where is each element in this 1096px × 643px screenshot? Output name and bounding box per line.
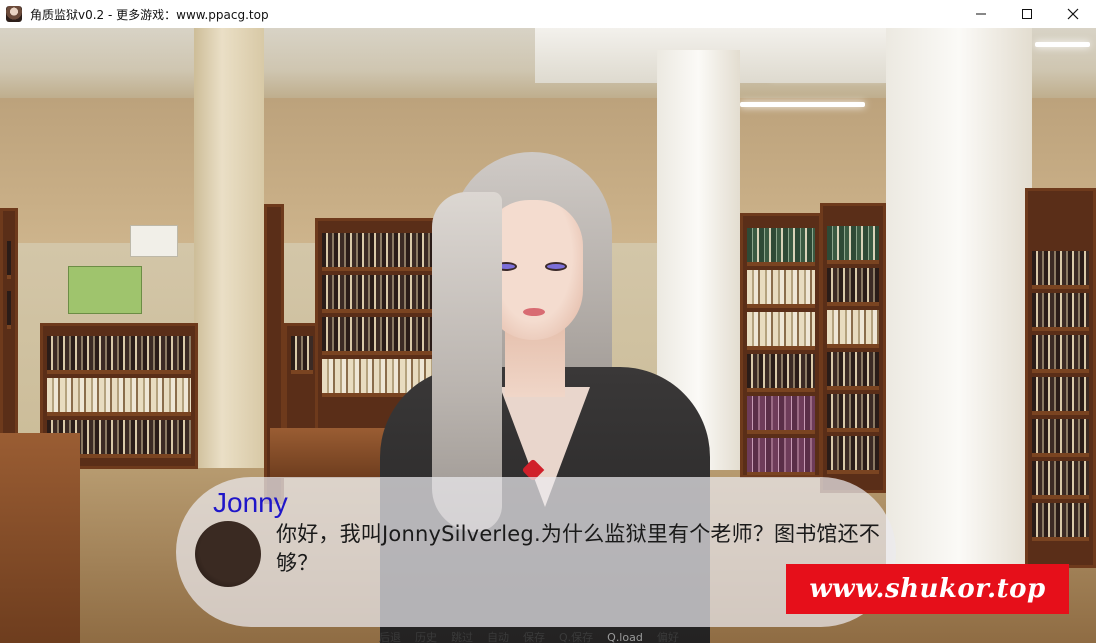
wall-notice	[130, 225, 178, 257]
close-icon	[1067, 8, 1079, 20]
quick-menu: 后退 历史 跳过 自动 保存 Q.保存 Q.load 偏好	[372, 630, 686, 643]
watermark-banner: www.shukor.top	[786, 564, 1069, 614]
character-lips	[523, 308, 545, 316]
quick-menu-auto[interactable]: 自动	[480, 631, 516, 643]
wall-poster	[68, 266, 142, 314]
title-bar: 角质监狱v0.2 - 更多游戏：www.ppacg.top	[0, 0, 1096, 28]
minimize-icon	[976, 13, 986, 15]
quick-menu-quick-load[interactable]: Q.load	[600, 631, 650, 643]
game-viewport[interactable]: Jonny 你好，我叫JonnySilverleg.为什么监狱里有个老师？图书馆…	[0, 28, 1096, 643]
window-controls	[958, 0, 1096, 28]
speaker-name: Jonny	[213, 487, 288, 518]
quick-menu-back[interactable]: 后退	[372, 631, 408, 643]
character-eye	[545, 262, 567, 271]
pillar	[194, 28, 264, 468]
reading-table	[0, 433, 80, 643]
app-icon	[6, 6, 22, 22]
quick-menu-save[interactable]: 保存	[516, 631, 552, 643]
close-button[interactable]	[1050, 0, 1096, 28]
bookshelf	[1025, 188, 1096, 568]
ceiling-light	[740, 102, 865, 107]
maximize-button[interactable]	[1004, 0, 1050, 28]
bookshelf	[820, 203, 886, 493]
window-title: 角质监狱v0.2 - 更多游戏：www.ppacg.top	[30, 7, 269, 22]
minimize-button[interactable]	[958, 0, 1004, 28]
quick-menu-history[interactable]: 历史	[408, 631, 444, 643]
quick-menu-preferences[interactable]: 偏好	[650, 631, 686, 643]
bookshelf	[740, 213, 822, 478]
maximize-icon	[1022, 9, 1032, 19]
quick-menu-quick-save[interactable]: Q.保存	[552, 631, 600, 643]
quick-menu-skip[interactable]: 跳过	[444, 631, 480, 643]
ceiling-light	[1035, 42, 1090, 47]
pillar	[886, 28, 1032, 588]
speaker-side-image	[195, 521, 261, 587]
bookshelf	[0, 208, 18, 468]
